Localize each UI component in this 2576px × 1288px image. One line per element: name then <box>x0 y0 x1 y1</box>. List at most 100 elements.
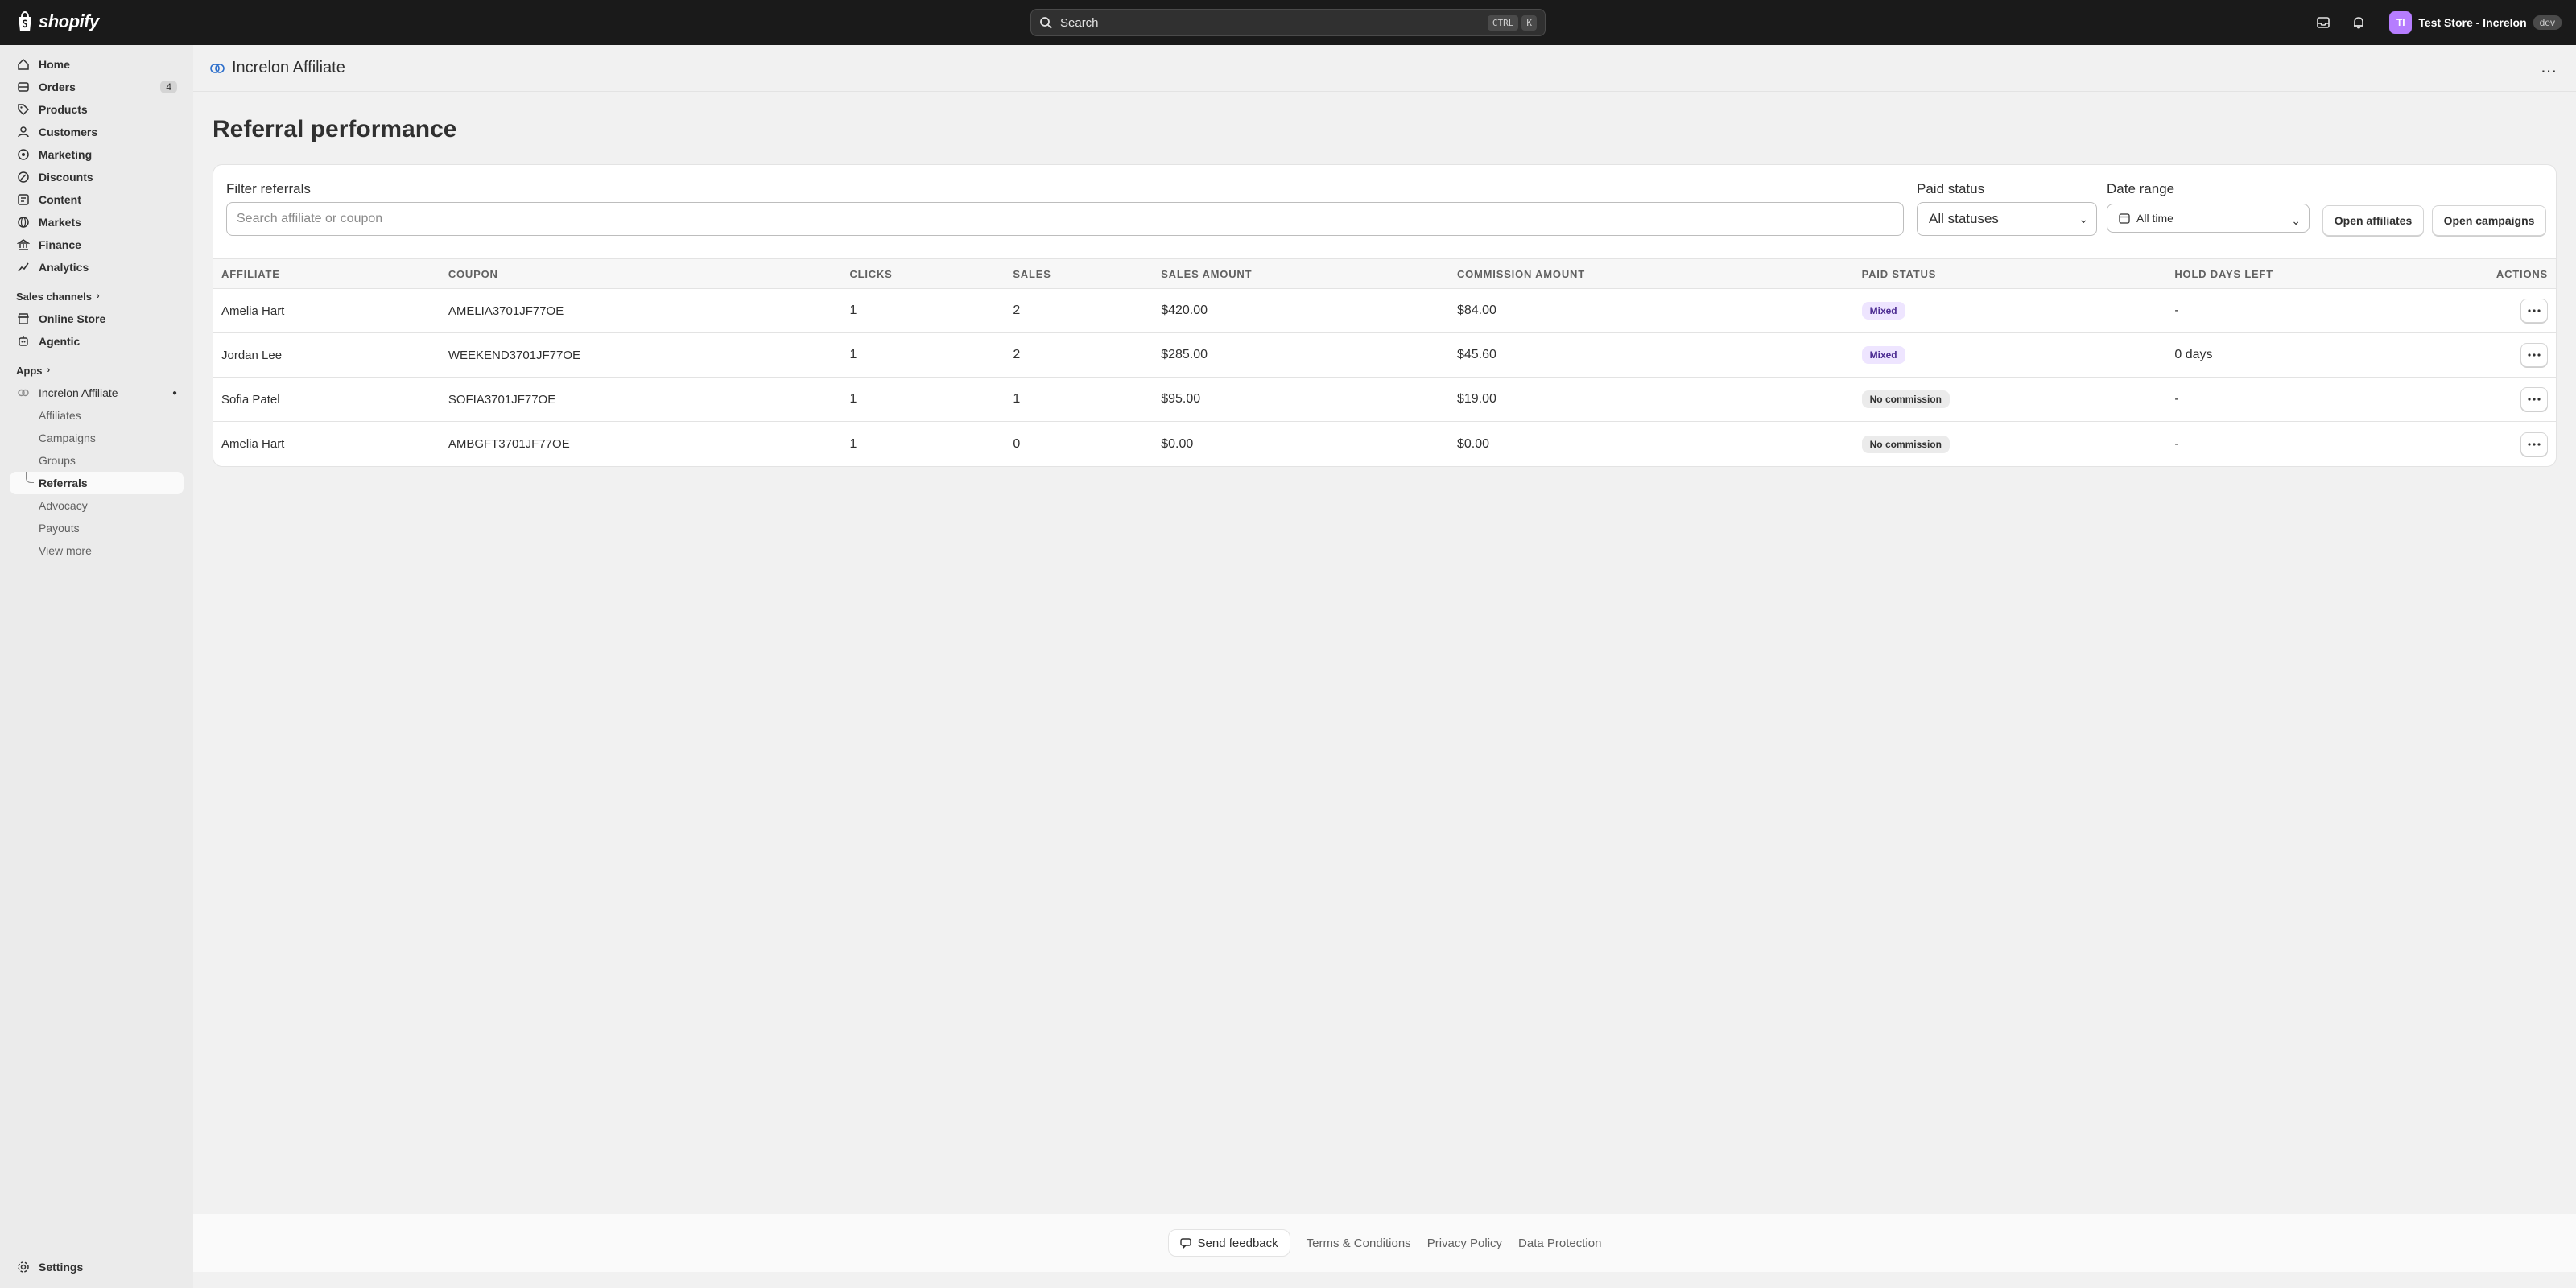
cell-paid-status: No commission <box>1861 390 2175 408</box>
table-row[interactable]: Amelia Hart AMBGFT3701JF77OE 1 0 $0.00 $… <box>213 422 2556 466</box>
table-row[interactable]: Sofia Patel SOFIA3701JF77OE 1 1 $95.00 $… <box>213 378 2556 422</box>
sidebar-item-customers[interactable]: Customers <box>10 121 184 143</box>
chevron-right-icon: › <box>47 365 51 375</box>
sidebar-item-content[interactable]: Content <box>10 188 184 211</box>
page-title: Referral performance <box>213 116 457 142</box>
sidebar-item-products[interactable]: Products <box>10 98 184 121</box>
sidebar-item-label: Markets <box>39 216 81 229</box>
send-feedback-label: Send feedback <box>1197 1236 1278 1250</box>
sidebar-item-analytics[interactable]: Analytics <box>10 256 184 279</box>
sidebar-subitem-advocacy[interactable]: Advocacy <box>10 494 184 517</box>
sidebar-item-home[interactable]: Home <box>10 53 184 76</box>
pin-dot-icon: ● <box>171 388 177 398</box>
affiliate-app-icon <box>210 63 225 73</box>
cell-hold-days-left: - <box>2174 436 2179 451</box>
send-feedback-button[interactable]: Send feedback <box>1167 1229 1290 1257</box>
sidebar-subitem-payouts[interactable]: Payouts <box>10 517 184 539</box>
sidebar-item-orders[interactable]: Orders 4 <box>10 76 184 98</box>
inbox-icon <box>2317 17 2330 28</box>
sidebar-subitem-referrals[interactable]: Referrals <box>10 472 184 494</box>
sidebar-item-label: Customers <box>39 126 98 138</box>
paid-status-value: All statuses <box>1929 211 1999 226</box>
shopify-bag-icon <box>19 11 31 31</box>
open-affiliates-button[interactable]: Open affiliates <box>2322 205 2424 236</box>
cell-paid-status: No commission <box>1861 435 2175 453</box>
agent-icon <box>16 334 31 349</box>
global-search[interactable]: Search CTRL K <box>1030 9 1546 36</box>
cell-commission-amount: $0.00 <box>1456 436 1489 451</box>
col-hold-days-left[interactable]: HOLD DAYS LEFT <box>2174 268 2488 280</box>
data-protection-link[interactable]: Data Protection <box>1518 1236 1601 1250</box>
row-actions-button[interactable] <box>2520 299 2549 323</box>
affiliate-search-input[interactable]: Search affiliate or coupon <box>226 202 1904 236</box>
sidebar-item-finance[interactable]: Finance <box>10 233 184 256</box>
sidebar-item-label: Analytics <box>39 261 89 274</box>
cell-commission-amount: $45.60 <box>1456 348 1496 361</box>
main-content: Increlon Affiliate ⋯ Referral performanc… <box>193 45 2576 1288</box>
date-range-value: All time <box>2136 212 2174 225</box>
sidebar-subitem-groups[interactable]: Groups <box>10 449 184 472</box>
col-paid-status[interactable]: PAID STATUS <box>1862 268 2175 280</box>
cell-sales-amount: $420.00 <box>1161 303 1208 317</box>
calendar-icon <box>2119 213 2130 224</box>
privacy-link[interactable]: Privacy Policy <box>1427 1236 1502 1250</box>
notifications-button[interactable] <box>2344 8 2373 37</box>
col-commission-amount[interactable]: COMMISSION AMOUNT <box>1457 268 1862 280</box>
terms-link[interactable]: Terms & Conditions <box>1307 1236 1411 1250</box>
sidebar-item-online-store[interactable]: Online Store <box>10 308 184 330</box>
store-name: Test Store - Increlon <box>2418 16 2527 29</box>
sidebar-subitem-campaigns[interactable]: Campaigns <box>10 427 184 449</box>
chevron-down-icon: ⌄ <box>2079 213 2088 225</box>
table-row[interactable]: Jordan Lee WEEKEND3701JF77OE 1 2 $285.00… <box>213 333 2556 378</box>
sidebar-item-marketing[interactable]: Marketing <box>10 143 184 166</box>
shopify-wordmark: shopify <box>39 11 99 31</box>
row-actions-button[interactable] <box>2520 431 2549 456</box>
col-sales-amount[interactable]: SALES AMOUNT <box>1161 268 1457 280</box>
store-icon <box>16 312 31 326</box>
sidebar-item-label: Marketing <box>39 148 93 161</box>
inbox-button[interactable] <box>2309 8 2338 37</box>
sidebar-subitem-affiliates[interactable]: Affiliates <box>10 404 184 427</box>
sidebar-item-markets[interactable]: Markets <box>10 211 184 233</box>
tag-icon <box>16 102 31 117</box>
sidebar-item-settings[interactable]: Settings <box>10 1256 184 1278</box>
kbd-k: K <box>1521 14 1537 31</box>
more-options-button[interactable]: ⋯ <box>2541 61 2557 81</box>
more-horizontal-icon <box>2528 309 2541 312</box>
col-coupon[interactable]: COUPON <box>448 268 850 280</box>
cell-sales-amount: $95.00 <box>1161 392 1201 406</box>
paid-status-badge: Mixed <box>1861 302 1905 320</box>
table-row[interactable]: Amelia Hart AMELIA3701JF77OE 1 2 $420.00… <box>213 289 2556 333</box>
sidebar-item-label: Content <box>39 193 81 206</box>
date-range-select[interactable]: All time ⌄ <box>2107 204 2310 233</box>
sidebar-subitem-label: View more <box>39 544 92 557</box>
row-actions-button[interactable] <box>2520 343 2549 367</box>
sidebar-item-increlon-affiliate[interactable]: Increlon Affiliate ● <box>10 382 184 404</box>
sales-channels-header[interactable]: Sales channels › <box>10 285 184 308</box>
sidebar-item-discounts[interactable]: Discounts <box>10 166 184 188</box>
col-clicks[interactable]: CLICKS <box>849 268 1013 280</box>
shopify-logo[interactable]: shopify <box>16 11 99 32</box>
cell-coupon: SOFIA3701JF77OE <box>448 392 556 407</box>
store-avatar: TI <box>2389 11 2413 34</box>
apps-label: Apps <box>16 364 43 377</box>
sidebar-item-agentic[interactable]: Agentic <box>10 330 184 353</box>
row-actions-button[interactable] <box>2520 387 2549 411</box>
store-menu[interactable]: TI Test Store - Increlon dev <box>2389 11 2562 34</box>
content-icon <box>16 192 31 207</box>
more-horizontal-icon <box>2528 442 2541 446</box>
sidebar-subitem-label: Payouts <box>39 522 80 535</box>
affiliate-app-icon <box>16 386 31 400</box>
tree-connector <box>26 472 34 483</box>
paid-status-select[interactable]: All statuses ⌄ <box>1917 202 2097 236</box>
col-sales[interactable]: SALES <box>1013 268 1161 280</box>
cell-commission-amount: $84.00 <box>1456 303 1496 317</box>
col-affiliate[interactable]: AFFILIATE <box>213 268 448 280</box>
person-icon <box>16 125 31 139</box>
paid-status-badge: Mixed <box>1861 346 1905 364</box>
sidebar-subitem-view-more[interactable]: View more <box>10 539 184 562</box>
open-campaigns-button[interactable]: Open campaigns <box>2432 205 2546 236</box>
dev-badge: dev <box>2533 15 2562 30</box>
table-header: AFFILIATE COUPON CLICKS SALES SALES AMOU… <box>213 258 2556 289</box>
apps-header[interactable]: Apps › <box>10 359 184 382</box>
